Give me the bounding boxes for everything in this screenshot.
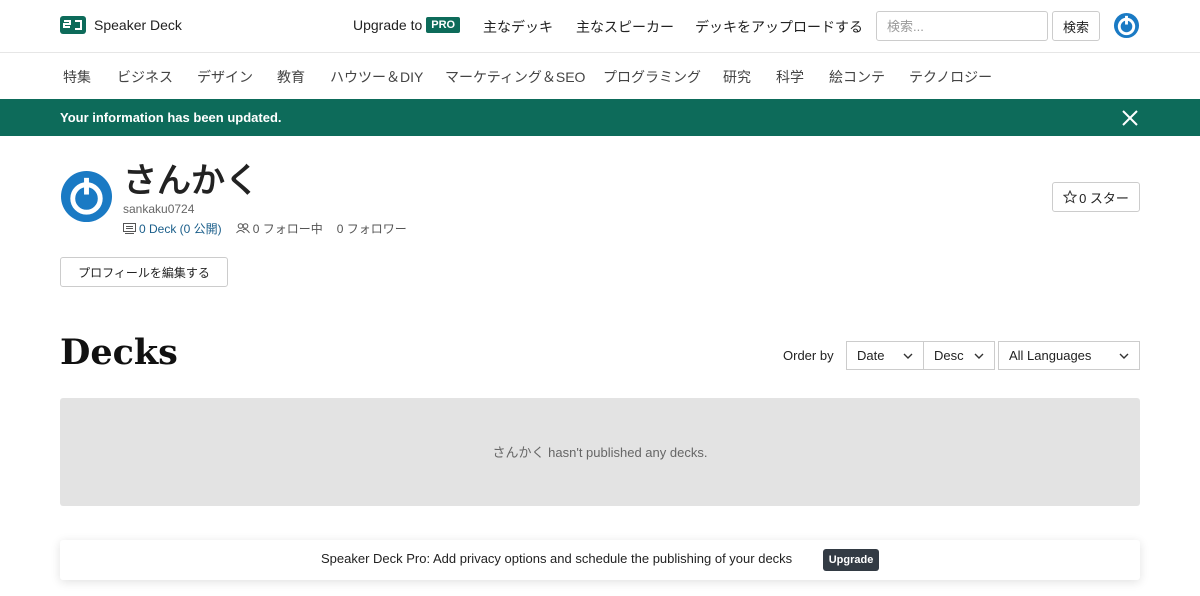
chevron-down-icon	[1119, 353, 1129, 359]
profile-avatar-icon	[60, 170, 113, 223]
star-button[interactable]: 0 スター	[1052, 182, 1140, 212]
deck-icon	[123, 223, 136, 234]
nav-featured-decks[interactable]: 主なデッキ	[483, 17, 553, 37]
category-featured[interactable]: 特集	[63, 67, 91, 87]
category-design[interactable]: デザイン	[197, 67, 253, 87]
language-select[interactable]: All Languages	[998, 341, 1140, 370]
category-nav: 特集 ビジネス デザイン 教育 ハウツー＆DIY マーケティング＆SEO プログ…	[0, 53, 1200, 99]
upgrade-button[interactable]: Upgrade	[823, 549, 879, 571]
search-input[interactable]	[876, 11, 1048, 41]
category-howto-diy[interactable]: ハウツー＆DIY	[330, 67, 423, 87]
flash-banner: Your information has been updated.	[0, 99, 1200, 136]
logo-text: Speaker Deck	[94, 17, 182, 33]
following-stat[interactable]: 0 フォロー中	[235, 220, 323, 237]
category-storyboard[interactable]: 絵コンテ	[829, 67, 885, 87]
category-business[interactable]: ビジネス	[117, 67, 173, 87]
profile-username: sankaku0724	[123, 202, 195, 216]
category-programming[interactable]: プログラミング	[603, 67, 701, 87]
star-label: 0 スター	[1079, 190, 1129, 206]
profile-name: さんかく	[123, 161, 259, 201]
people-icon	[235, 223, 250, 234]
empty-decks-box: さんかく hasn't published any decks.	[60, 398, 1140, 506]
category-marketing-seo[interactable]: マーケティング＆SEO	[445, 67, 585, 87]
language-value: All Languages	[1009, 348, 1092, 363]
category-research[interactable]: 研究	[723, 67, 751, 87]
top-header: Speaker Deck Upgrade to PRO 主なデッキ 主なスピーカ…	[0, 0, 1200, 53]
category-education[interactable]: 教育	[277, 67, 305, 87]
decks-count: 0 Deck (0 公開)	[139, 222, 222, 236]
logo[interactable]: Speaker Deck	[60, 14, 182, 36]
profile-stats: 0 Deck (0 公開) 0 フォロー中 0 フォロワー	[123, 220, 421, 237]
user-avatar-icon[interactable]	[1113, 12, 1140, 39]
following-count: 0 フォロー中	[252, 222, 323, 236]
followers-count: 0 フォロワー	[336, 222, 407, 236]
category-technology[interactable]: テクノロジー	[909, 67, 992, 87]
order-field-select[interactable]: Date	[846, 341, 924, 370]
decks-stat[interactable]: 0 Deck (0 公開)	[123, 220, 222, 237]
upgrade-label: Upgrade to	[353, 17, 423, 33]
pro-badge: PRO	[426, 17, 461, 33]
order-field-value: Date	[857, 348, 885, 363]
order-direction-value: Desc	[934, 348, 964, 363]
flash-message: Your information has been updated.	[60, 110, 282, 125]
edit-profile-button[interactable]: プロフィールを編集する	[60, 257, 228, 287]
nav-upload-deck[interactable]: デッキをアップロードする	[695, 17, 863, 37]
pro-promo-banner: Speaker Deck Pro: Add privacy options an…	[60, 540, 1140, 580]
chevron-down-icon	[974, 353, 984, 359]
category-science[interactable]: 科学	[776, 67, 804, 87]
promo-text: Speaker Deck Pro: Add privacy options an…	[321, 551, 793, 566]
star-icon	[1063, 190, 1078, 204]
empty-decks-message: さんかく hasn't published any decks.	[492, 445, 708, 460]
search-button[interactable]: 検索	[1052, 11, 1100, 41]
nav-featured-speakers[interactable]: 主なスピーカー	[576, 17, 674, 37]
order-by-label: Order by	[783, 348, 834, 363]
upgrade-link[interactable]: Upgrade to PRO	[353, 17, 461, 33]
followers-stat[interactable]: 0 フォロワー	[337, 220, 407, 237]
chevron-down-icon	[903, 353, 913, 359]
close-icon[interactable]	[1121, 109, 1139, 127]
order-direction-select[interactable]: Desc	[923, 341, 995, 370]
decks-heading: Decks	[60, 332, 178, 373]
speakerdeck-logo-icon	[60, 16, 86, 34]
